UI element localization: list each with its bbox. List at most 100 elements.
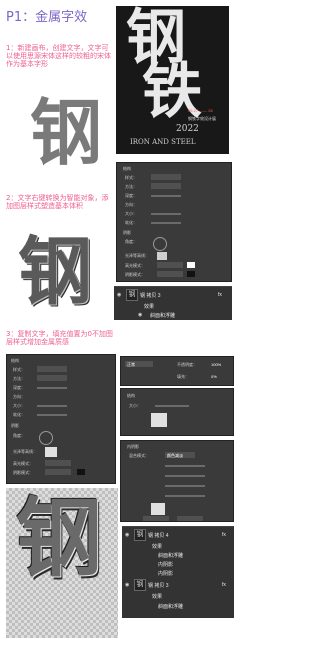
shadow-mode-select[interactable] bbox=[157, 271, 183, 277]
step-2-text: 2：文字右键转换为智能对象，添加图层样式塑造基本体积 bbox=[6, 194, 109, 210]
step-3-text: 3：复制文字，填充值置为0不加图层样式增加金属质感 bbox=[6, 330, 113, 346]
label-angle: 角度： bbox=[13, 433, 25, 438]
label-size: 大小： bbox=[129, 403, 141, 408]
eye-icon[interactable]: ◉ bbox=[125, 582, 129, 588]
effects-label: 效果 bbox=[144, 304, 155, 310]
poster-image: 钢 铁 05.27 —— 26 钢铁字效设计展 2022 IRON AND ST… bbox=[116, 6, 229, 154]
layers-panel-1: ◉ 钢 钢 拷贝 3 fx 效果 ◉ 斜面和浮雕 bbox=[114, 286, 232, 320]
inner-shadow-panel: 内阴影 混合模式： 颜色减淡 bbox=[120, 440, 234, 522]
layer-style-dialog-2: 结构 样式： 方法： 深度： 方向： 大小： 软化： 阴影 角度： 光泽等高线：… bbox=[6, 354, 116, 484]
method-select[interactable] bbox=[37, 375, 67, 381]
soften-slider[interactable] bbox=[37, 414, 67, 416]
label-shadow-mode: 阴影模式： bbox=[13, 470, 33, 475]
layers-panel-2: ◉ 钢 钢 拷贝 4 fx 效果 斜面和浮雕 内阴影 内阴影 ◉ 钢 钢 拷贝 … bbox=[122, 526, 234, 618]
depth-slider[interactable] bbox=[37, 387, 67, 389]
label-direction: 方向： bbox=[13, 394, 25, 399]
poster-date: 05.27 —— 26 bbox=[188, 108, 213, 113]
effects-label: 效果 bbox=[152, 544, 163, 550]
size-slider[interactable] bbox=[37, 405, 67, 407]
layer-thumbnail: 钢 bbox=[134, 529, 146, 541]
label-shading: 阴影 bbox=[123, 230, 131, 235]
choke-slider[interactable] bbox=[165, 485, 205, 487]
label-shadow-mode: 阴影模式： bbox=[125, 272, 145, 277]
label-size: 大小： bbox=[13, 403, 25, 408]
effect-inner-shadow[interactable]: 内阴影 bbox=[158, 561, 173, 568]
shadow-color-swatch[interactable] bbox=[77, 469, 85, 475]
eye-icon[interactable]: ◉ bbox=[125, 532, 129, 538]
opacity-value[interactable]: 100% bbox=[211, 362, 221, 367]
depth-slider[interactable] bbox=[151, 195, 181, 197]
style-select[interactable] bbox=[37, 366, 67, 372]
angle-dial[interactable] bbox=[39, 431, 53, 445]
step-2-glyph: 钢 bbox=[18, 229, 92, 315]
effect-bevel[interactable]: 斜面和浮雕 bbox=[158, 552, 183, 559]
layer-style-dialog-1: 结构 样式： 方法： 深度： 方向： 大小： 软化： 阴影 角度： 光泽等高线：… bbox=[116, 162, 232, 282]
eye-icon[interactable]: ◉ bbox=[138, 312, 142, 318]
label-depth: 深度： bbox=[125, 193, 137, 198]
label-depth: 深度： bbox=[13, 385, 25, 390]
contour-panel: 结构 大小： bbox=[120, 388, 234, 436]
effect-bevel[interactable]: 斜面和浮雕 bbox=[158, 603, 183, 610]
contour-swatch[interactable] bbox=[151, 413, 167, 427]
label-method: 方法： bbox=[13, 376, 25, 381]
label-inner-shadow: 内阴影 bbox=[127, 444, 139, 449]
label-soften: 软化： bbox=[125, 220, 137, 225]
opacity-slider[interactable] bbox=[165, 465, 205, 467]
angle-dial[interactable] bbox=[153, 237, 167, 251]
label-highlight-mode: 高光模式： bbox=[13, 461, 33, 466]
poster-english: IRON AND STEEL bbox=[130, 138, 196, 146]
size-slider[interactable] bbox=[155, 405, 189, 407]
effect-bevel[interactable]: 斜面和浮雕 bbox=[150, 312, 175, 319]
label-shading: 阴影 bbox=[11, 423, 19, 428]
step-3-glyph: 钢 bbox=[16, 488, 102, 589]
blend-mode-value: 颜色减淡 bbox=[167, 453, 183, 458]
step-1-text: 1：新建画布，创建文字，文字可以使用思源宋体这样的较粗的宋体作为基本字形 bbox=[6, 44, 111, 68]
default-button[interactable] bbox=[143, 516, 169, 521]
layer-thumbnail: 钢 bbox=[134, 579, 146, 591]
step-1-glyph: 钢 bbox=[30, 90, 103, 175]
highlight-mode-select[interactable] bbox=[157, 262, 183, 268]
label-structure: 结构 bbox=[11, 358, 19, 363]
size-slider[interactable] bbox=[165, 495, 205, 497]
layer-name[interactable]: 钢 拷贝 3 bbox=[140, 292, 161, 299]
shadow-color-swatch[interactable] bbox=[187, 271, 195, 277]
method-select[interactable] bbox=[151, 183, 181, 189]
label-highlight-mode: 高光模式： bbox=[125, 263, 145, 268]
poster-year: 2022 bbox=[176, 124, 199, 134]
reset-button[interactable] bbox=[177, 516, 203, 521]
label-fill: 填充： bbox=[177, 374, 189, 379]
distance-slider[interactable] bbox=[165, 475, 205, 477]
style-select[interactable] bbox=[151, 174, 181, 180]
label-style: 样式： bbox=[13, 367, 25, 372]
fx-icon[interactable]: fx bbox=[222, 532, 226, 538]
fill-value[interactable]: 0% bbox=[211, 374, 217, 379]
label-structure: 结构 bbox=[123, 166, 131, 171]
label-gloss: 光泽等高线： bbox=[125, 253, 149, 258]
poster-caption: 钢铁字效设计展 bbox=[188, 116, 216, 121]
highlight-mode-select[interactable] bbox=[45, 460, 71, 466]
fx-icon[interactable]: fx bbox=[218, 292, 222, 298]
label-soften: 软化： bbox=[13, 412, 25, 417]
page-title: P1：金属字效 bbox=[6, 10, 88, 25]
label-style: 样式： bbox=[125, 175, 137, 180]
label-opacity: 不透明度： bbox=[177, 362, 197, 367]
effects-label: 效果 bbox=[152, 594, 163, 600]
shadow-mode-select[interactable] bbox=[45, 469, 71, 475]
fx-icon[interactable]: fx bbox=[222, 582, 226, 588]
highlight-color-swatch[interactable] bbox=[187, 262, 195, 268]
label-gloss: 光泽等高线： bbox=[13, 449, 37, 454]
layer-name[interactable]: 钢 拷贝 3 bbox=[148, 582, 169, 589]
label-method: 方法： bbox=[125, 184, 137, 189]
label-direction: 方向： bbox=[125, 202, 137, 207]
label-angle: 角度： bbox=[125, 239, 137, 244]
contour-swatch[interactable] bbox=[151, 503, 165, 515]
gloss-contour-swatch[interactable] bbox=[157, 252, 167, 260]
eye-icon[interactable]: ◉ bbox=[117, 292, 121, 298]
gloss-contour-swatch[interactable] bbox=[45, 447, 57, 457]
soften-slider[interactable] bbox=[151, 222, 181, 224]
layers-header: 正常 不透明度： 100% 填充： 0% bbox=[120, 356, 234, 386]
effect-inner-shadow[interactable]: 内阴影 bbox=[158, 570, 173, 577]
size-slider[interactable] bbox=[151, 213, 181, 215]
layer-name[interactable]: 钢 拷贝 4 bbox=[148, 532, 169, 539]
layer-thumbnail: 钢 bbox=[126, 289, 138, 301]
